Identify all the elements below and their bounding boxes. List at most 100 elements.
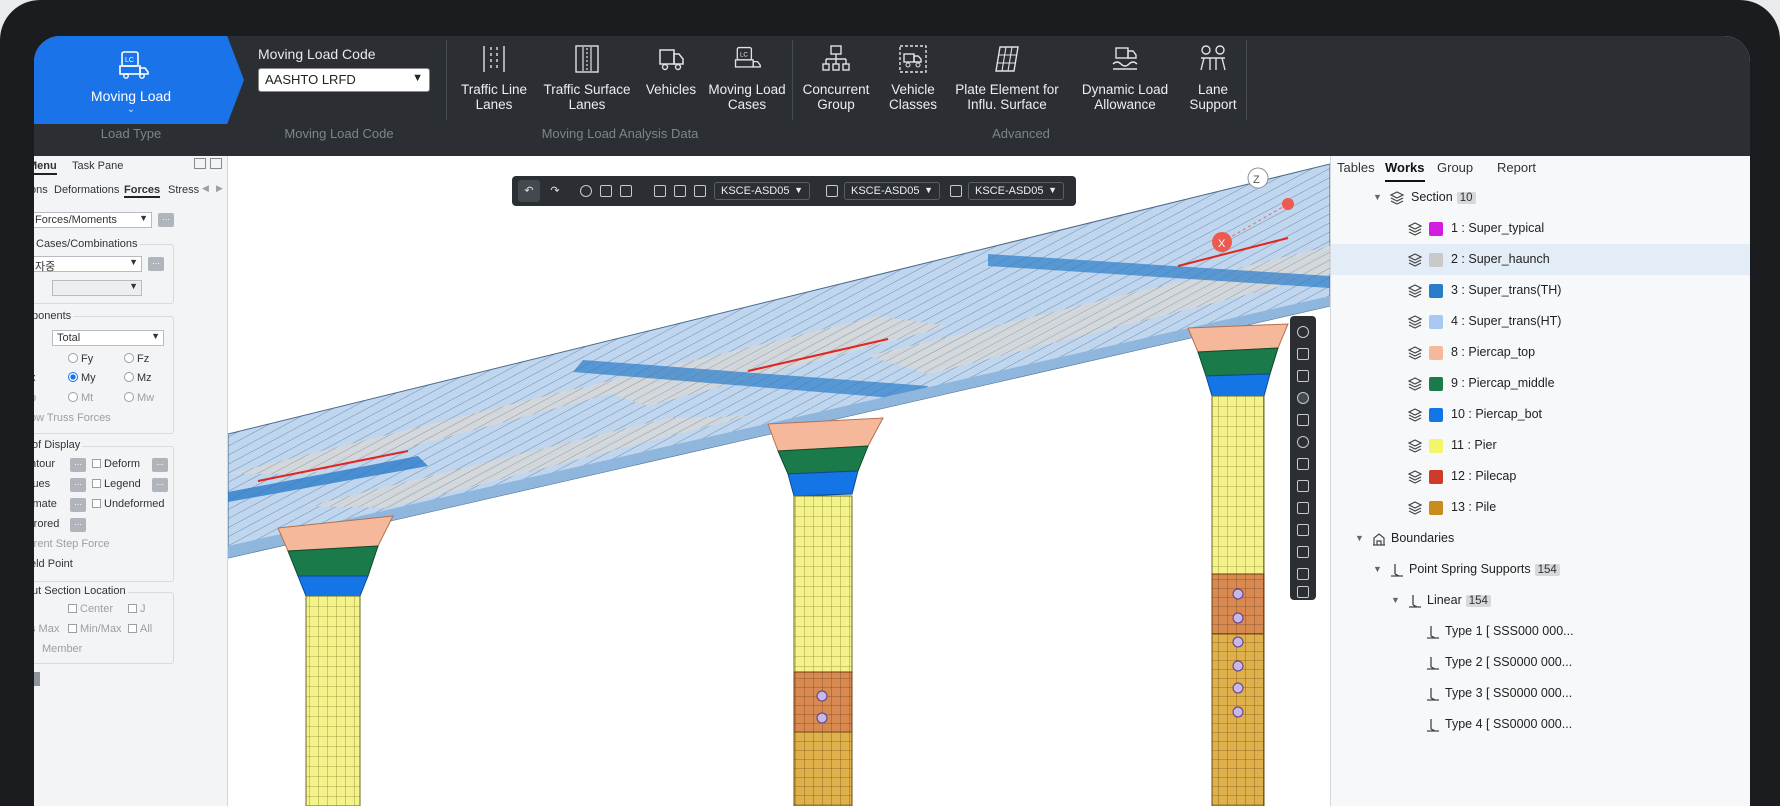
- scroll-left-icon[interactable]: ◀: [202, 183, 209, 194]
- section-item[interactable]: 1 : Super_typical: [1331, 213, 1750, 244]
- traffic-line-lanes-button[interactable]: Traffic Line Lanes: [452, 44, 536, 112]
- pan-icon[interactable]: [1297, 414, 1309, 426]
- radio-my[interactable]: My: [68, 372, 96, 384]
- forces-type-select[interactable]: Forces/Moments ▼: [34, 212, 152, 228]
- radio-p[interactable]: p: [34, 392, 36, 404]
- moving-load-tab[interactable]: LC Moving Load ⌄: [34, 36, 244, 124]
- table-icon[interactable]: [694, 185, 706, 197]
- concurrent-group-button[interactable]: Concurrent Group: [796, 44, 876, 112]
- section-item[interactable]: 8 : Piercap_top: [1331, 337, 1750, 368]
- all-checkbox[interactable]: All: [128, 623, 152, 635]
- forces-options-button[interactable]: ...: [158, 213, 174, 227]
- traffic-surface-lanes-button[interactable]: Traffic Surface Lanes: [540, 44, 634, 112]
- yield-point-checkbox[interactable]: eld Point: [34, 558, 73, 570]
- vehicle-classes-button[interactable]: Vehicle Classes: [880, 44, 946, 112]
- iso-view-icon[interactable]: [1297, 546, 1309, 558]
- tree-linear[interactable]: ▼ Linear 154: [1331, 585, 1750, 616]
- dynamic-load-allowance-button[interactable]: Dynamic Load Allowance: [1070, 44, 1180, 112]
- filter-icon[interactable]: [654, 185, 666, 197]
- moving-load-code-select[interactable]: AASHTO LRFD ▼: [258, 68, 430, 92]
- lock-icon[interactable]: [600, 185, 612, 197]
- abs-max-checkbox[interactable]: s Max: [34, 623, 59, 635]
- zoom-window-icon[interactable]: [1297, 392, 1309, 404]
- radio-fz[interactable]: Fz: [124, 353, 149, 365]
- section-item[interactable]: 10 : Piercap_bot: [1331, 399, 1750, 430]
- deform-options-button[interactable]: ...: [152, 458, 168, 472]
- legend-checkbox[interactable]: Legend: [92, 478, 141, 490]
- values-checkbox[interactable]: lues: [34, 478, 50, 490]
- contour-options-button[interactable]: ...: [70, 458, 86, 472]
- moving-load-cases-button[interactable]: LC Moving Load Cases: [708, 44, 786, 112]
- radio-mw[interactable]: Mw: [124, 392, 154, 404]
- section-item[interactable]: 13 : Pile: [1331, 492, 1750, 523]
- min-max-checkbox[interactable]: Min/Max: [68, 623, 122, 635]
- connect-icon[interactable]: [826, 185, 838, 197]
- current-step-force-checkbox[interactable]: rrent Step Force: [34, 538, 109, 550]
- section-item[interactable]: 11 : Pier: [1331, 430, 1750, 461]
- section-item[interactable]: 3 : Super_trans(TH): [1331, 275, 1750, 306]
- rotate-icon[interactable]: [1297, 436, 1309, 448]
- support-type-item[interactable]: Type 4 [ SS0000 000...: [1331, 709, 1750, 740]
- select-icon[interactable]: [1297, 348, 1309, 360]
- tab-task-pane[interactable]: Task Pane: [72, 160, 123, 172]
- unlock-icon[interactable]: [620, 185, 632, 197]
- section-item[interactable]: 12 : Pilecap: [1331, 461, 1750, 492]
- scroll-right-icon[interactable]: ▶: [216, 183, 223, 194]
- select-polygon-icon[interactable]: [1297, 480, 1309, 492]
- load-case-options-button[interactable]: ...: [148, 257, 164, 271]
- split-view-icon[interactable]: [210, 158, 222, 169]
- center-checkbox[interactable]: Center: [68, 603, 113, 615]
- vehicles-button[interactable]: Vehicles: [638, 44, 704, 97]
- support-type-item[interactable]: Type 3 [ SS0000 000...: [1331, 678, 1750, 709]
- j-checkbox[interactable]: J: [128, 603, 146, 615]
- copy-icon[interactable]: [1297, 370, 1309, 382]
- section-item[interactable]: 4 : Super_trans(HT): [1331, 306, 1750, 337]
- design-code-select-2[interactable]: KSCE-ASD05 ▼: [844, 182, 940, 200]
- load-case-select[interactable]: 자중 ▼: [34, 256, 142, 273]
- section-item[interactable]: 2 : Super_haunch: [1331, 244, 1750, 275]
- tab-group[interactable]: Group: [1437, 160, 1473, 175]
- lane-support-button[interactable]: Lane Support: [1182, 44, 1244, 112]
- show-truss-forces-checkbox[interactable]: ow Truss Forces: [34, 412, 111, 424]
- undeformed-checkbox[interactable]: Undeformed: [92, 498, 165, 510]
- plate-element-influence-button[interactable]: Plate Element for Influ. Surface: [948, 44, 1066, 112]
- tab-forces[interactable]: Forces: [124, 184, 161, 198]
- display-icon[interactable]: [1297, 568, 1309, 580]
- section-item[interactable]: 9 : Piercap_middle: [1331, 368, 1750, 399]
- step-select[interactable]: ▼: [52, 280, 142, 296]
- model-viewport[interactable]: Z X ↶ ↷ KSCE-ASD05 ▼ KSCE-ASD05 ▼ KSCE-ASD…: [228, 156, 1330, 806]
- undo-icon[interactable]: ↶: [518, 180, 540, 202]
- mirrored-options-button[interactable]: ...: [70, 518, 86, 532]
- layout-icon[interactable]: [194, 158, 206, 169]
- radio-mx[interactable]: x: [34, 372, 36, 384]
- design-code-select-1[interactable]: KSCE-ASD05 ▼: [714, 182, 810, 200]
- tab-report[interactable]: Report: [1497, 160, 1536, 175]
- tab-menu[interactable]: Menu: [34, 160, 57, 175]
- select-window-icon[interactable]: [1297, 458, 1309, 470]
- radio-fy[interactable]: Fy: [68, 353, 93, 365]
- point-icon[interactable]: [1297, 326, 1309, 338]
- layout-icon[interactable]: [1297, 524, 1309, 536]
- animate-checkbox[interactable]: imate: [34, 498, 57, 510]
- zoom-icon[interactable]: [580, 185, 592, 197]
- grid-icon[interactable]: [1297, 502, 1309, 514]
- contour-checkbox[interactable]: ntour: [34, 458, 55, 470]
- mirrored-checkbox[interactable]: rrored: [34, 518, 59, 530]
- tab-stress[interactable]: Stress: [168, 184, 199, 196]
- tree-boundaries[interactable]: ▼ Boundaries: [1331, 523, 1750, 554]
- deform-checkbox[interactable]: Deform: [92, 458, 140, 470]
- tab-tables[interactable]: Tables: [1337, 160, 1375, 175]
- animate-options-button[interactable]: ...: [70, 498, 86, 512]
- legend-options-button[interactable]: ...: [152, 478, 168, 492]
- components-select[interactable]: Total ▼: [52, 330, 164, 346]
- tab-works[interactable]: Works: [1385, 160, 1425, 182]
- support-type-item[interactable]: Type 2 [ SS0000 000...: [1331, 647, 1750, 678]
- tab-deformations[interactable]: Deformations: [54, 184, 119, 196]
- connect-settings-icon[interactable]: [950, 185, 962, 197]
- tab-reactions[interactable]: ons: [34, 184, 48, 196]
- radio-mt[interactable]: Mt: [68, 392, 93, 404]
- radio-mz[interactable]: Mz: [124, 372, 152, 384]
- support-type-item[interactable]: Type 1 [ SSS000 000...: [1331, 616, 1750, 647]
- values-options-button[interactable]: ...: [70, 478, 86, 492]
- cube-icon[interactable]: [1297, 586, 1309, 598]
